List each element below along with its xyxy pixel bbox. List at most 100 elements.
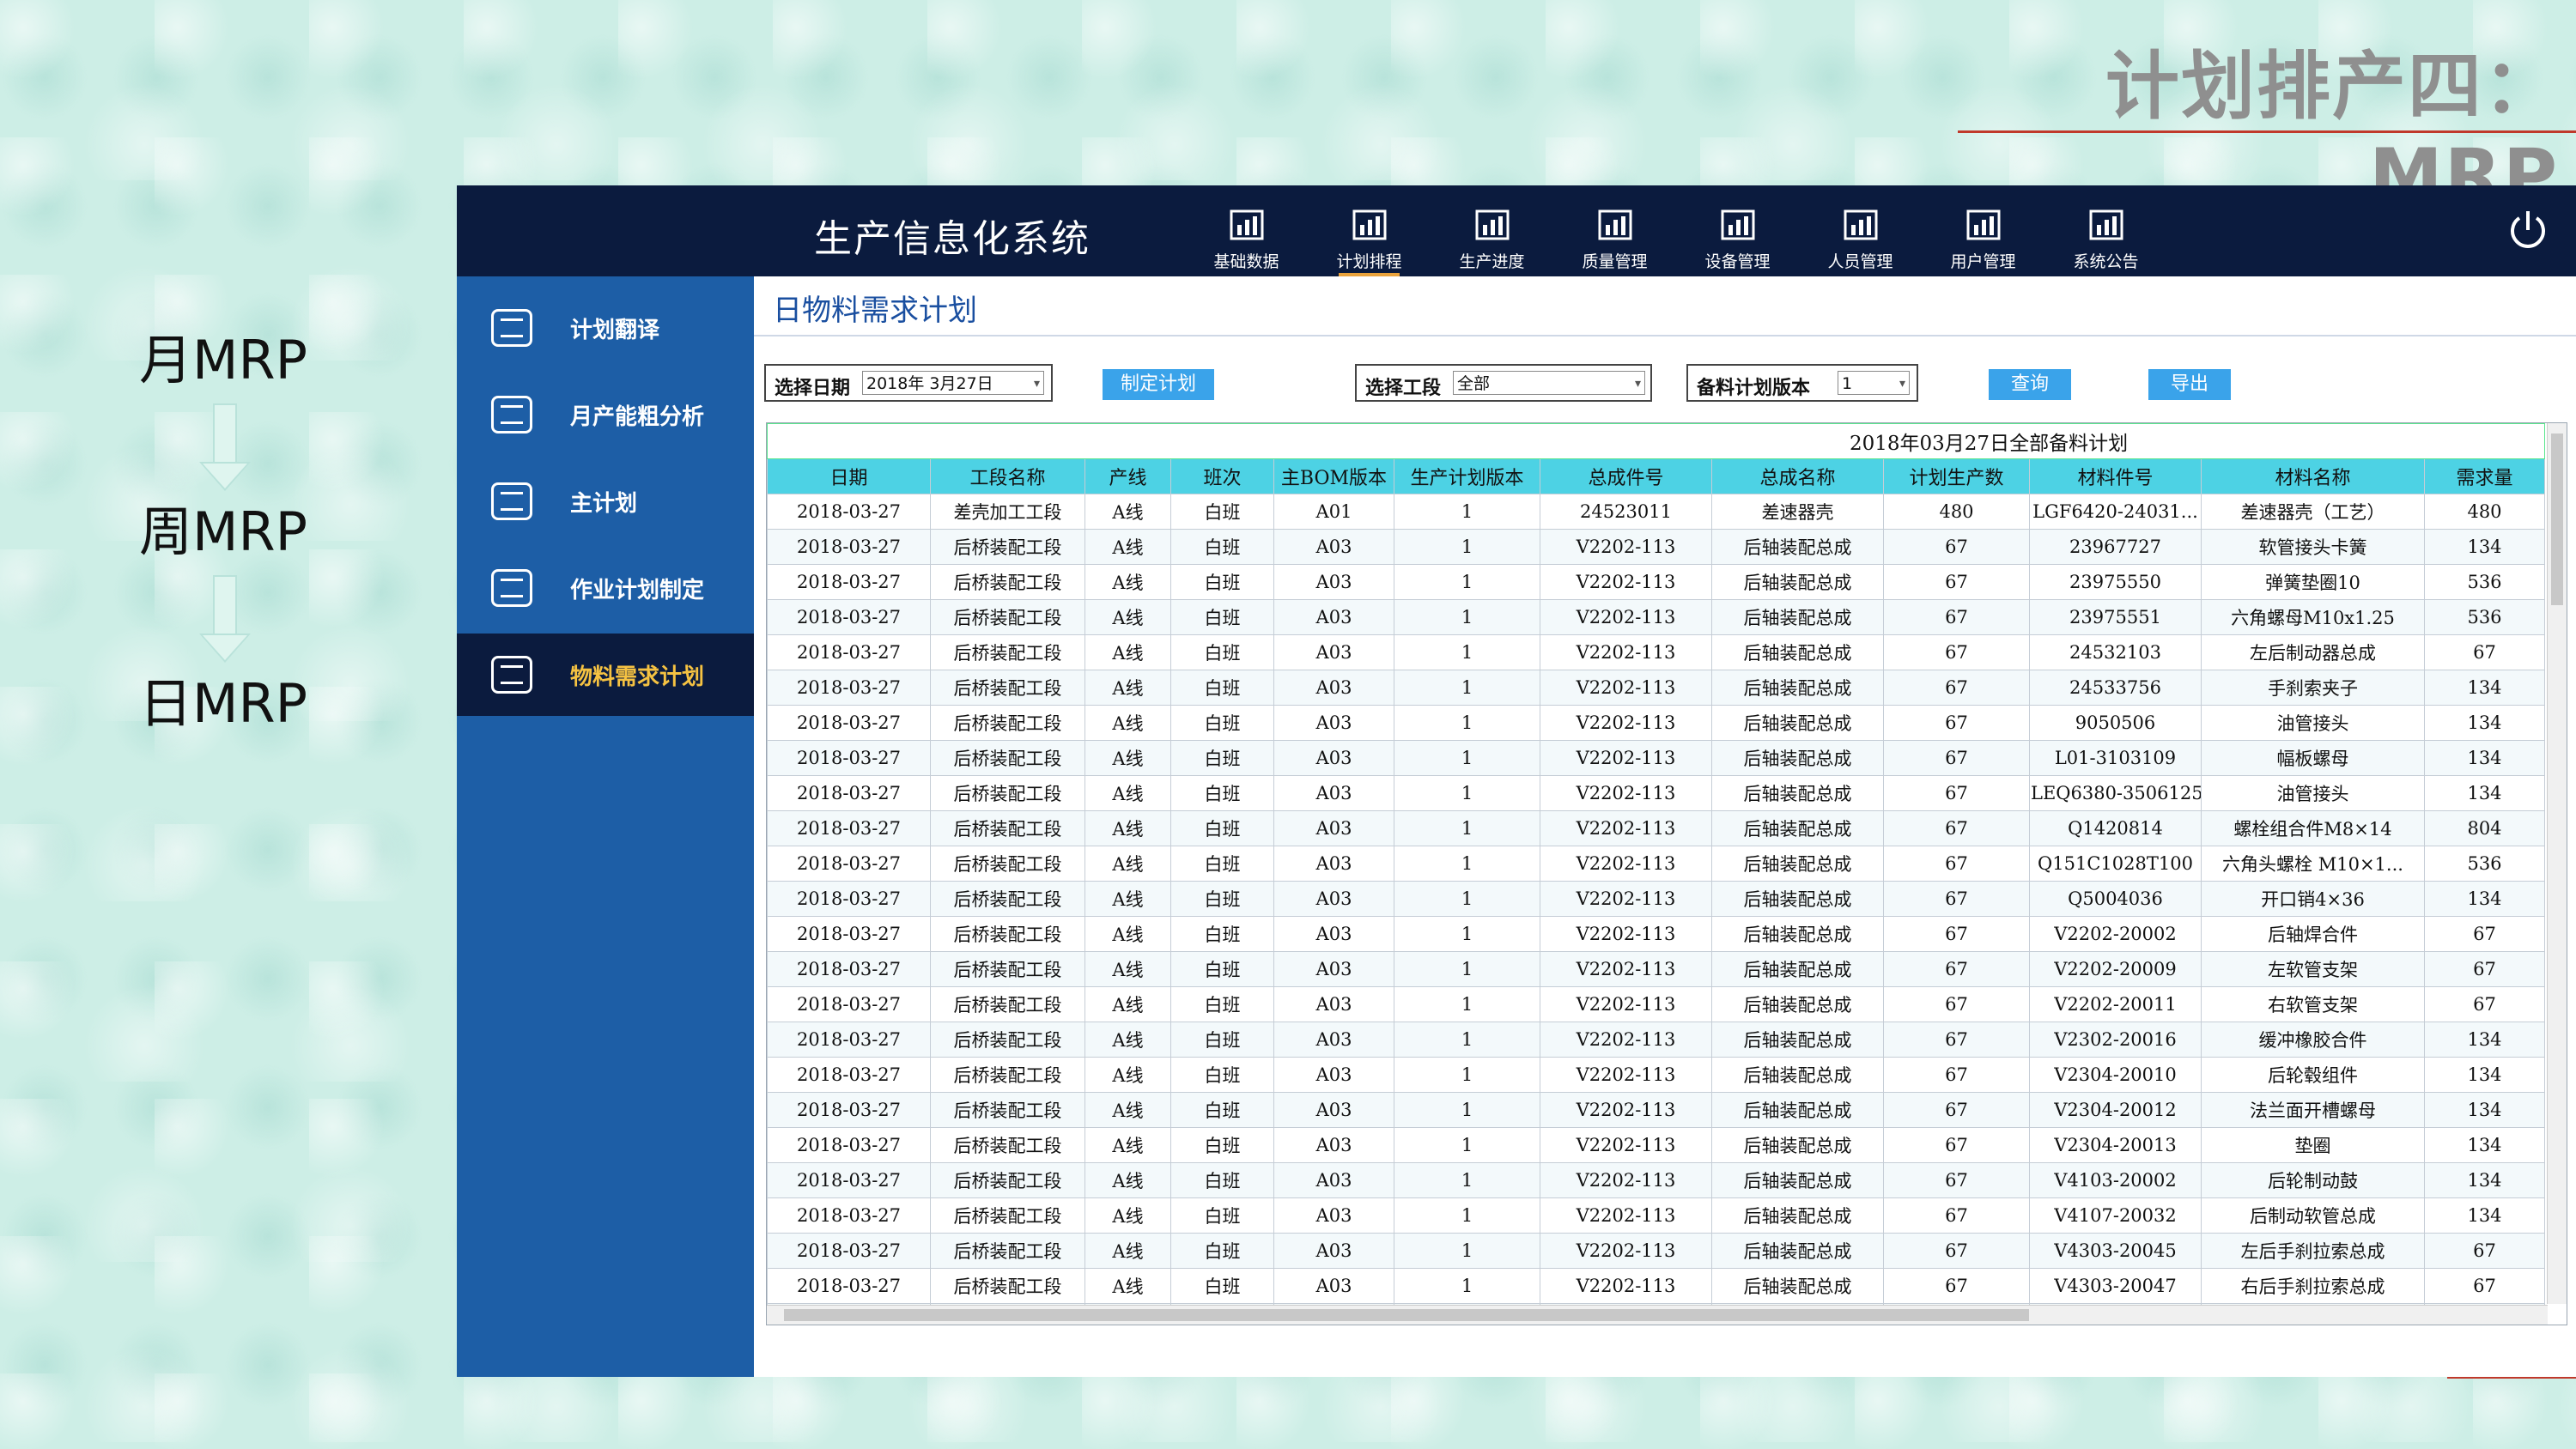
nav-item-0[interactable]: 基础数据 <box>1185 185 1308 276</box>
table-cell: 白班 <box>1170 951 1274 987</box>
table-cell: V2202-113 <box>1540 564 1712 600</box>
table-cell: A线 <box>1084 1127 1171 1163</box>
table-row[interactable]: 2018-03-27后桥装配工段A线白班A031V2202-113后轴装配总成6… <box>767 1233 2546 1269</box>
column-header[interactable]: 总成名称 <box>1711 458 1884 494</box>
table-cell: V2202-113 <box>1540 1057 1712 1093</box>
column-header[interactable]: 主BOM版本 <box>1273 458 1394 494</box>
scrollbar-thumb[interactable] <box>2551 433 2563 605</box>
table-cell: 法兰面开槽螺母 <box>2201 1092 2425 1128</box>
scrollbar-thumb[interactable] <box>784 1309 2029 1321</box>
calendar-dropdown-icon[interactable]: ▾ <box>1034 372 1040 396</box>
table-cell: LGF6420-24031... <box>2029 494 2202 530</box>
column-header[interactable]: 班次 <box>1170 458 1274 494</box>
table-cell: A线 <box>1084 986 1171 1022</box>
chevron-down-icon[interactable]: ▾ <box>1899 372 1905 396</box>
column-header[interactable]: 生产计划版本 <box>1394 458 1540 494</box>
table-cell: 后桥装配工段 <box>930 1197 1085 1234</box>
column-header[interactable]: 材料名称 <box>2201 458 2425 494</box>
table-row[interactable]: 2018-03-27后桥装配工段A线白班A031V2202-113后轴装配总成6… <box>767 810 2546 846</box>
table-cell: V2202-113 <box>1540 1268 1712 1304</box>
section-select[interactable]: 全部 ▾ <box>1453 371 1645 395</box>
date-picker[interactable]: 2018年 3月27日 ▾ <box>862 371 1044 395</box>
table-row[interactable]: 2018-03-27后桥装配工段A线白班A031V2202-113后轴装配总成6… <box>767 775 2546 811</box>
table-cell: 1 <box>1394 634 1540 670</box>
table-cell: 后轴装配总成 <box>1711 810 1884 846</box>
nav-item-1[interactable]: 计划排程 <box>1308 185 1431 276</box>
sidebar-item-3[interactable]: 作业计划制定 <box>457 547 754 629</box>
column-header[interactable]: 计划生产数 <box>1883 458 2030 494</box>
table-cell: 23975551 <box>2029 599 2202 635</box>
table-row[interactable]: 2018-03-27后桥装配工段A线白班A031V2202-113后轴装配总成6… <box>767 705 2546 741</box>
table-cell: 白班 <box>1170 1162 1274 1198</box>
version-select[interactable]: 1 ▾ <box>1838 371 1910 395</box>
nav-item-4[interactable]: 设备管理 <box>1676 185 1799 276</box>
query-button[interactable]: 查询 <box>1989 369 2071 400</box>
table-row[interactable]: 2018-03-27 差壳加工工段 A线 白班 A01 1 24523011 差速器壳 480 L… <box>767 494 2546 530</box>
section-label: 选择工段 <box>1365 378 1442 399</box>
table-row[interactable]: 2018-03-27后桥装配工段A线白班A031V2202-113后轴装配总成6… <box>767 846 2546 882</box>
table-row[interactable]: 2018-03-27后桥装配工段A线白班A031V2202-113后轴装配总成6… <box>767 1162 2546 1198</box>
table-cell: 垫圈 <box>2201 1127 2425 1163</box>
table-cell: 后桥装配工段 <box>930 1127 1085 1163</box>
table-cell: 134 <box>2423 1127 2546 1163</box>
table-cell: 2018-03-27 <box>767 1092 931 1128</box>
column-header[interactable]: 需求量 <box>2423 458 2546 494</box>
bar-chart-icon <box>1230 209 1263 240</box>
table-row[interactable]: 2018-03-27后桥装配工段A线白班A031V2202-113后轴装配总成6… <box>767 951 2546 987</box>
table-cell: 67 <box>1883 529 2030 565</box>
table-cell: A线 <box>1084 670 1171 706</box>
vertical-scrollbar[interactable] <box>2547 423 2567 1304</box>
column-header[interactable]: 材料件号 <box>2029 458 2202 494</box>
table-cell: A03 <box>1273 1022 1394 1058</box>
nav-item-3[interactable]: 质量管理 <box>1553 185 1676 276</box>
table-row[interactable]: 2018-03-27后桥装配工段A线白班A031V2202-113后轴装配总成6… <box>767 740 2546 776</box>
table-cell: 手刹索夹子 <box>2201 670 2425 706</box>
table-cell: A线 <box>1084 1092 1171 1128</box>
chevron-down-icon[interactable]: ▾ <box>1635 372 1641 396</box>
table-row[interactable]: 2018-03-27后桥装配工段A线白班A031V2202-113后轴装配总成6… <box>767 1022 2546 1058</box>
table-row[interactable]: 2018-03-27后桥装配工段A线白班A031V2202-113后轴装配总成6… <box>767 1268 2546 1304</box>
export-button[interactable]: 导出 <box>2148 369 2231 400</box>
table-row[interactable]: 2018-03-27后桥装配工段A线白班A031V2202-113后轴装配总成6… <box>767 1197 2546 1234</box>
table-row[interactable]: 2018-03-27后桥装配工段A线白班A031V2202-113后轴装配总成6… <box>767 1057 2546 1093</box>
table-row[interactable]: 2018-03-27后桥装配工段A线白班A031V2202-113后轴装配总成6… <box>767 599 2546 635</box>
nav-item-6[interactable]: 用户管理 <box>1922 185 2044 276</box>
sidebar-item-1[interactable]: 月产能粗分析 <box>457 373 754 456</box>
table-cell: L01-3103109 <box>2029 740 2202 776</box>
table-cell: V4303-20045 <box>2029 1233 2202 1269</box>
table-cell: 后轴装配总成 <box>1711 1197 1884 1234</box>
make-plan-button[interactable]: 制定计划 <box>1103 369 1214 400</box>
column-header[interactable]: 产线 <box>1084 458 1171 494</box>
table-row[interactable]: 2018-03-27后桥装配工段A线白班A031V2202-113后轴装配总成6… <box>767 1092 2546 1128</box>
sidebar-item-2[interactable]: 主计划 <box>457 460 754 543</box>
power-icon[interactable] <box>2506 208 2550 252</box>
table-cell: 1 <box>1394 740 1540 776</box>
sidebar-item-4[interactable]: 物料需求计划 <box>457 634 754 716</box>
nav-item-7[interactable]: 系统公告 <box>2044 185 2167 276</box>
table-row[interactable]: 2018-03-27后桥装配工段A线白班A031V2202-113后轴装配总成6… <box>767 1127 2546 1163</box>
horizontal-scrollbar[interactable] <box>767 1305 2548 1325</box>
table-row[interactable]: 2018-03-27后桥装配工段A线白班A031V2202-113后轴装配总成6… <box>767 634 2546 670</box>
table-cell: 9050506 <box>2029 705 2202 741</box>
column-header[interactable]: 总成件号 <box>1540 458 1712 494</box>
sidebar-item-0[interactable]: 计划翻译 <box>457 287 754 369</box>
table-cell: A线 <box>1084 846 1171 882</box>
table-cell: A03 <box>1273 1162 1394 1198</box>
nav-item-label: 质量管理 <box>1582 252 1648 271</box>
table-row[interactable]: 2018-03-27后桥装配工段A线白班A031V2202-113后轴装配总成6… <box>767 881 2546 917</box>
top-navigation-bar: 生产信息化系统 基础数据 计划排程 生产进度 质量管理 设备管理 人员管理 用户管理 系统公告 <box>457 185 2576 276</box>
table-row[interactable]: 2018-03-27后桥装配工段A线白班A031V2202-113后轴装配总成6… <box>767 986 2546 1022</box>
page-title: 日物料需求计划 <box>773 294 977 328</box>
column-header[interactable]: 工段名称 <box>930 458 1085 494</box>
table-row[interactable]: 2018-03-27后桥装配工段A线白班A031V2202-113后轴装配总成6… <box>767 670 2546 706</box>
table-cell: 幅板螺母 <box>2201 740 2425 776</box>
table-row[interactable]: 2018-03-27后桥装配工段A线白班A031V2202-113后轴装配总成6… <box>767 916 2546 952</box>
table-row[interactable]: 2018-03-27后桥装配工段A线白班A031V2202-113后轴装配总成6… <box>767 529 2546 565</box>
nav-item-2[interactable]: 生产进度 <box>1431 185 1553 276</box>
table-cell: 2018-03-27 <box>767 705 931 741</box>
table-row[interactable]: 2018-03-27后桥装配工段A线白班A031V2202-113后轴装配总成6… <box>767 564 2546 600</box>
table-cell: 1 <box>1394 1197 1540 1234</box>
nav-item-5[interactable]: 人员管理 <box>1799 185 1922 276</box>
table-cell: A线 <box>1084 599 1171 635</box>
column-header[interactable]: 日期 <box>767 458 931 494</box>
